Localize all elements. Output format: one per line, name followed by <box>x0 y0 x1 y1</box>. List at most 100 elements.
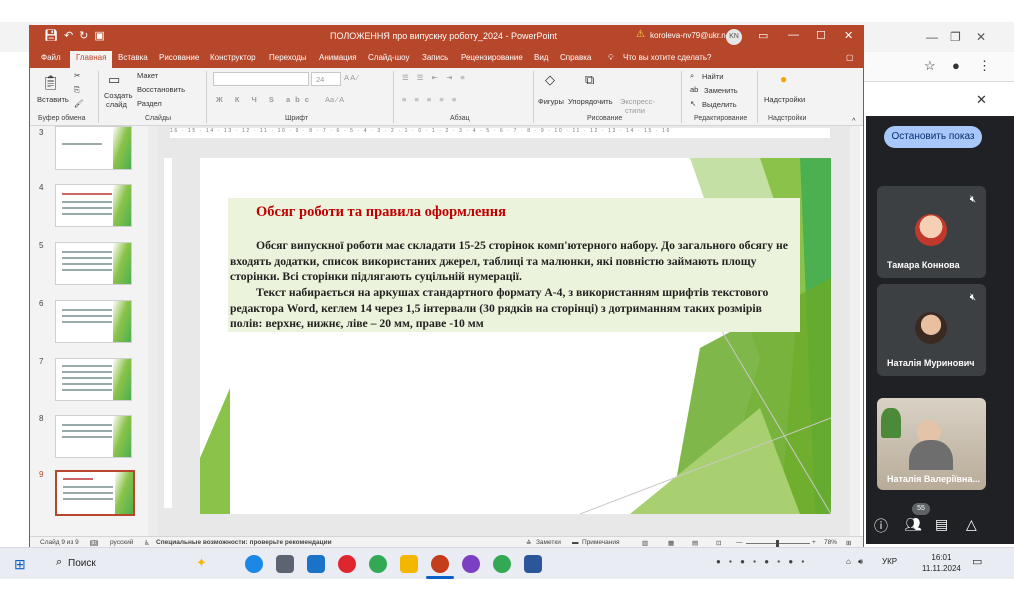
browser-minimize-icon[interactable]: — <box>926 30 938 44</box>
slide-thumbnail[interactable] <box>55 358 132 401</box>
chrome-profile-icon[interactable] <box>493 555 511 573</box>
tab-draw[interactable]: Рисование <box>159 53 199 62</box>
browser-close-icon[interactable]: ✕ <box>976 30 986 44</box>
slide-canvas[interactable]: Обсяг роботи та правила оформлення Обсяг… <box>200 158 831 514</box>
windows-start-icon[interactable]: ⊞ <box>14 556 26 573</box>
network-icon[interactable]: ⌂ <box>846 557 851 566</box>
tab-view[interactable]: Вид <box>534 53 548 62</box>
tab-animations[interactable]: Анимация <box>319 53 357 62</box>
zoom-level[interactable]: 78% <box>824 539 837 546</box>
notes-icon[interactable]: ≙ <box>526 539 531 547</box>
addins-icon[interactable]: ● <box>780 72 787 86</box>
activities-icon[interactable]: △ <box>966 516 977 533</box>
cut-icon[interactable]: ✂ <box>74 71 80 80</box>
app-icon[interactable] <box>462 555 480 573</box>
select-icon[interactable]: ↖ <box>690 99 696 108</box>
slideshow-view-icon[interactable]: ⊡ <box>716 539 721 547</box>
edge-icon[interactable] <box>245 555 263 573</box>
fit-slide-icon[interactable]: ⊞ <box>846 539 851 547</box>
arrange-button[interactable]: Упорядочить <box>568 97 613 106</box>
thumbnails-scrollbar[interactable] <box>148 126 158 536</box>
tab-insert[interactable]: Вставка <box>118 53 148 62</box>
zoom-out-icon[interactable]: — <box>736 539 743 546</box>
browser-menu-icon[interactable]: ⋮ <box>978 58 991 74</box>
slide-thumbnail[interactable] <box>55 242 132 285</box>
copy-icon[interactable]: ⎘ <box>74 85 80 95</box>
new-slide-icon[interactable]: ▭ <box>108 72 120 88</box>
paste-icon[interactable]: 📋︎ <box>42 74 60 91</box>
bookmark-star-icon[interactable]: ☆ <box>924 58 936 74</box>
outlook-icon[interactable] <box>307 555 325 573</box>
accessibility-status[interactable]: Специальные возможности: проверьте реком… <box>156 539 332 546</box>
tray-icons[interactable]: ● ▪ ● ▪ ● ▪ ● ▪ <box>716 557 807 566</box>
notes-button[interactable]: Заметки <box>536 539 561 546</box>
quick-styles-button[interactable]: Экспресс- <box>620 97 655 106</box>
new-slide-button[interactable]: Создать <box>104 91 133 100</box>
font-color-icon[interactable]: Aa ⁄ A <box>325 95 344 104</box>
comments-button[interactable]: Примечания <box>582 539 620 546</box>
participant-video-tile[interactable]: Наталія Валеріївна... <box>877 398 986 490</box>
font-name-select[interactable] <box>213 72 309 86</box>
people-icon[interactable]: 👥︎ <box>904 516 922 533</box>
close-icon[interactable]: ✕ <box>844 29 853 42</box>
section-button[interactable]: Раздел <box>137 99 162 108</box>
taskbar-search[interactable]: Поиск <box>48 555 188 573</box>
file-explorer-icon[interactable] <box>276 555 294 573</box>
font-size-select[interactable]: 24 <box>311 72 341 86</box>
spellcheck-icon[interactable]: 📖︎ <box>90 539 98 547</box>
collapse-ribbon-icon[interactable]: ^ <box>852 116 856 125</box>
arrange-icon[interactable]: ⧉ <box>585 72 594 88</box>
tab-home[interactable]: Главная <box>70 51 113 68</box>
font-format-icons[interactable]: Ж К Ч S abc <box>216 95 314 104</box>
notifications-icon[interactable]: ▭ <box>972 555 982 568</box>
comments-icon[interactable]: ▢ <box>846 53 854 62</box>
comments-status-icon[interactable]: ▬ <box>572 539 579 546</box>
info-icon[interactable]: ⓘ <box>874 516 888 536</box>
addins-button[interactable]: Надстройки <box>764 95 805 104</box>
normal-view-icon[interactable]: ▥ <box>642 539 648 547</box>
account-email[interactable]: koroleva-nv79@ukr.net <box>650 31 732 40</box>
minimize-icon[interactable]: — <box>788 29 799 41</box>
participant-tile[interactable]: 🔇︎ Тамара Коннова <box>877 186 986 278</box>
maximize-icon[interactable]: ☐ <box>816 29 826 42</box>
folder-icon[interactable] <box>400 555 418 573</box>
widgets-icon[interactable]: ✦ <box>196 555 207 571</box>
banner-close-icon[interactable]: ✕ <box>976 92 987 108</box>
word-icon[interactable] <box>524 555 542 573</box>
paste-button[interactable]: Вставить <box>37 95 69 104</box>
format-painter-icon[interactable]: 🖌︎ <box>74 99 84 108</box>
quick-access-toolbar[interactable]: 💾︎↶↻▣ <box>44 29 111 42</box>
browser-restore-icon[interactable]: ❐ <box>950 30 961 44</box>
align-icons[interactable]: ≡ ≡ ≡ ≡ ≡ <box>402 95 459 104</box>
accessibility-icon[interactable]: ♿︎ <box>144 539 150 547</box>
stop-presenting-button[interactable]: Остановить показ <box>884 126 982 148</box>
sorter-view-icon[interactable]: ▦ <box>668 539 674 547</box>
find-icon[interactable]: ⌕ <box>690 71 694 81</box>
replace-button[interactable]: Заменить <box>704 86 738 95</box>
account-avatar[interactable]: KN <box>726 29 742 45</box>
tab-file[interactable]: Файл <box>41 53 61 62</box>
tab-design[interactable]: Конструктор <box>210 53 256 62</box>
select-button[interactable]: Выделить <box>702 100 737 109</box>
chrome-icon[interactable] <box>369 555 387 573</box>
zoom-in-icon[interactable]: + <box>812 539 816 546</box>
tell-me-input[interactable]: Что вы хотите сделать? <box>623 53 711 62</box>
shapes-icon[interactable]: ◇ <box>545 72 555 88</box>
editor-scrollbar[interactable] <box>850 126 860 536</box>
layout-button[interactable]: Макет <box>137 71 158 80</box>
slide-thumbnail[interactable] <box>55 415 132 458</box>
slide-thumbnail[interactable] <box>55 184 132 227</box>
list-icons[interactable]: ☰ ☰ ⇤ ⇥ ≡ <box>402 73 468 82</box>
reset-button[interactable]: Восстановить <box>137 85 185 94</box>
keyboard-language[interactable]: УКР <box>882 557 897 566</box>
find-button[interactable]: Найти <box>702 72 723 81</box>
tab-record[interactable]: Запись <box>422 53 448 62</box>
slide-thumbnail[interactable] <box>55 300 132 343</box>
tab-slideshow[interactable]: Слайд-шоу <box>368 53 409 62</box>
participant-tile[interactable]: 🔇︎ Наталія Муринович <box>877 284 986 376</box>
shapes-button[interactable]: Фигуры <box>538 97 564 106</box>
volume-icon[interactable]: 🔊︎ <box>858 557 863 567</box>
zoom-slider-thumb[interactable] <box>776 540 779 547</box>
tab-help[interactable]: Справка <box>560 53 591 62</box>
replace-icon[interactable]: ab <box>690 85 698 94</box>
